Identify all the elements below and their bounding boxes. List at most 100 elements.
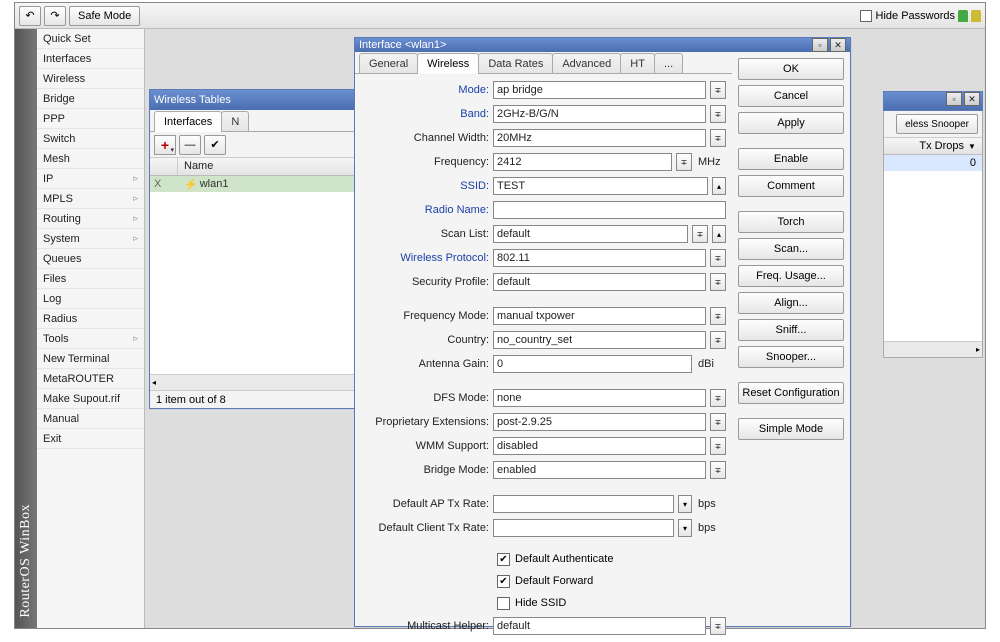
comment-button[interactable]: Comment — [738, 175, 844, 197]
tab-advanced[interactable]: Advanced — [552, 53, 621, 73]
dropdown-icon[interactable]: ∓ — [692, 225, 708, 243]
dropdown-icon[interactable]: ∓ — [710, 617, 726, 635]
apply-button[interactable]: Apply — [738, 112, 844, 134]
dfs-mode-field[interactable] — [493, 389, 706, 407]
antenna-gain-field[interactable] — [493, 355, 692, 373]
bridge-mode-field[interactable] — [493, 461, 706, 479]
menu-item-log[interactable]: Log — [37, 289, 144, 309]
dropdown-icon[interactable]: ∓ — [710, 81, 726, 99]
wireless-snooper-button[interactable]: eless Snooper — [896, 114, 978, 134]
simple-mode-button[interactable]: Simple Mode — [738, 418, 844, 440]
country-field[interactable] — [493, 331, 706, 349]
menu-item-wireless[interactable]: Wireless — [37, 69, 144, 89]
default-ap-tx-field[interactable] — [493, 495, 674, 513]
wireless-tables-titlebar[interactable]: Wireless Tables — [150, 90, 358, 110]
tab-ht[interactable]: HT — [620, 53, 655, 73]
menu-item-mesh[interactable]: Mesh — [37, 149, 144, 169]
wmm-support-field[interactable] — [493, 437, 706, 455]
close-button[interactable]: ✕ — [830, 38, 846, 52]
tab-wireless[interactable]: Wireless — [417, 53, 479, 74]
cancel-button[interactable]: Cancel — [738, 85, 844, 107]
col-name[interactable]: Name — [178, 158, 358, 175]
add-button[interactable] — [154, 135, 176, 155]
down-arrow-icon[interactable]: ▾ — [678, 495, 692, 513]
menu-item-ppp[interactable]: PPP — [37, 109, 144, 129]
enable-button[interactable]: Enable — [738, 148, 844, 170]
tab-more[interactable]: ... — [654, 53, 683, 73]
h-scroll-right[interactable]: ▸ — [884, 341, 982, 357]
align-button[interactable]: Align... — [738, 292, 844, 314]
menu-item-files[interactable]: Files — [37, 269, 144, 289]
reset-configuration-button[interactable]: Reset Configuration — [738, 382, 844, 404]
torch-button[interactable]: Torch — [738, 211, 844, 233]
sniff-button[interactable]: Sniff... — [738, 319, 844, 341]
dropdown-icon[interactable]: ∓ — [710, 437, 726, 455]
channel-width-field[interactable] — [493, 129, 706, 147]
menu-item-new-terminal[interactable]: New Terminal — [37, 349, 144, 369]
menu-item-metarouter[interactable]: MetaROUTER — [37, 369, 144, 389]
ssid-field[interactable] — [493, 177, 708, 195]
snooper-button[interactable]: Snooper... — [738, 346, 844, 368]
scan-list-field[interactable] — [493, 225, 688, 243]
default-authenticate-checkbox[interactable]: ✔Default Authenticate — [497, 550, 726, 568]
dropdown-icon[interactable]: ∓ — [710, 273, 726, 291]
scan-button[interactable]: Scan... — [738, 238, 844, 260]
band-field[interactable] — [493, 105, 706, 123]
up-arrow-icon[interactable]: ▴ — [712, 225, 726, 243]
frequency-field[interactable] — [493, 153, 672, 171]
menu-item-switch[interactable]: Switch — [37, 129, 144, 149]
menu-item-interfaces[interactable]: Interfaces — [37, 49, 144, 69]
menu-item-mpls[interactable]: MPLS▹ — [37, 189, 144, 209]
tab-interfaces[interactable]: Interfaces — [154, 111, 222, 132]
menu-item-system[interactable]: System▹ — [37, 229, 144, 249]
down-arrow-icon[interactable]: ▾ — [678, 519, 692, 537]
proprietary-ext-field[interactable] — [493, 413, 706, 431]
ok-button[interactable]: OK — [738, 58, 844, 80]
wireless-protocol-field[interactable] — [493, 249, 706, 267]
menu-item-make-supout[interactable]: Make Supout.rif — [37, 389, 144, 409]
minimize-button[interactable]: ▫ — [812, 38, 828, 52]
dropdown-icon[interactable]: ∓ — [710, 129, 726, 147]
dropdown-icon[interactable]: ∓ — [710, 461, 726, 479]
col-tx-drops[interactable]: Tx Drops — [919, 140, 964, 152]
minimize-button[interactable]: ▫ — [946, 92, 962, 106]
menu-item-bridge[interactable]: Bridge — [37, 89, 144, 109]
hide-ssid-checkbox[interactable]: Hide SSID — [497, 594, 726, 612]
freq-usage-button[interactable]: Freq. Usage... — [738, 265, 844, 287]
menu-item-queues[interactable]: Queues — [37, 249, 144, 269]
menu-item-radius[interactable]: Radius — [37, 309, 144, 329]
dropdown-icon[interactable]: ∓ — [710, 307, 726, 325]
tab-data-rates[interactable]: Data Rates — [478, 53, 553, 73]
close-button[interactable]: ✕ — [964, 92, 980, 106]
up-arrow-icon[interactable]: ▴ — [712, 177, 726, 195]
security-profile-field[interactable] — [493, 273, 706, 291]
col-menu-icon[interactable]: ▼ — [966, 142, 978, 151]
tab-general[interactable]: General — [359, 53, 418, 73]
list-row[interactable]: X ⚡ wlan1 — [150, 176, 358, 192]
h-scroll[interactable]: ◂ — [150, 374, 358, 390]
safe-mode-button[interactable]: Safe Mode — [69, 6, 140, 26]
menu-item-routing[interactable]: Routing▹ — [37, 209, 144, 229]
hide-passwords-checkbox[interactable]: Hide Passwords — [860, 10, 955, 22]
dropdown-icon[interactable]: ∓ — [710, 331, 726, 349]
menu-item-quick-set[interactable]: Quick Set — [37, 29, 144, 49]
frequency-mode-field[interactable] — [493, 307, 706, 325]
dropdown-icon[interactable]: ∓ — [710, 413, 726, 431]
tab-n[interactable]: N — [221, 111, 249, 131]
enable-button[interactable]: ✔ — [204, 135, 226, 155]
default-forward-checkbox[interactable]: ✔Default Forward — [497, 572, 726, 590]
dropdown-icon[interactable]: ∓ — [676, 153, 692, 171]
default-client-tx-field[interactable] — [493, 519, 674, 537]
redo-button[interactable]: ↷ — [44, 6, 66, 26]
menu-item-tools[interactable]: Tools▹ — [37, 329, 144, 349]
menu-item-exit[interactable]: Exit — [37, 429, 144, 449]
dropdown-icon[interactable]: ∓ — [710, 249, 726, 267]
dropdown-icon[interactable]: ∓ — [710, 105, 726, 123]
interface-dialog-titlebar[interactable]: Interface <wlan1> ▫ ✕ — [355, 38, 850, 52]
multicast-helper-field[interactable] — [493, 617, 706, 635]
menu-item-ip[interactable]: IP▹ — [37, 169, 144, 189]
mode-field[interactable] — [493, 81, 706, 99]
remove-button[interactable]: — — [179, 135, 201, 155]
menu-item-manual[interactable]: Manual — [37, 409, 144, 429]
undo-button[interactable]: ↶ — [19, 6, 41, 26]
